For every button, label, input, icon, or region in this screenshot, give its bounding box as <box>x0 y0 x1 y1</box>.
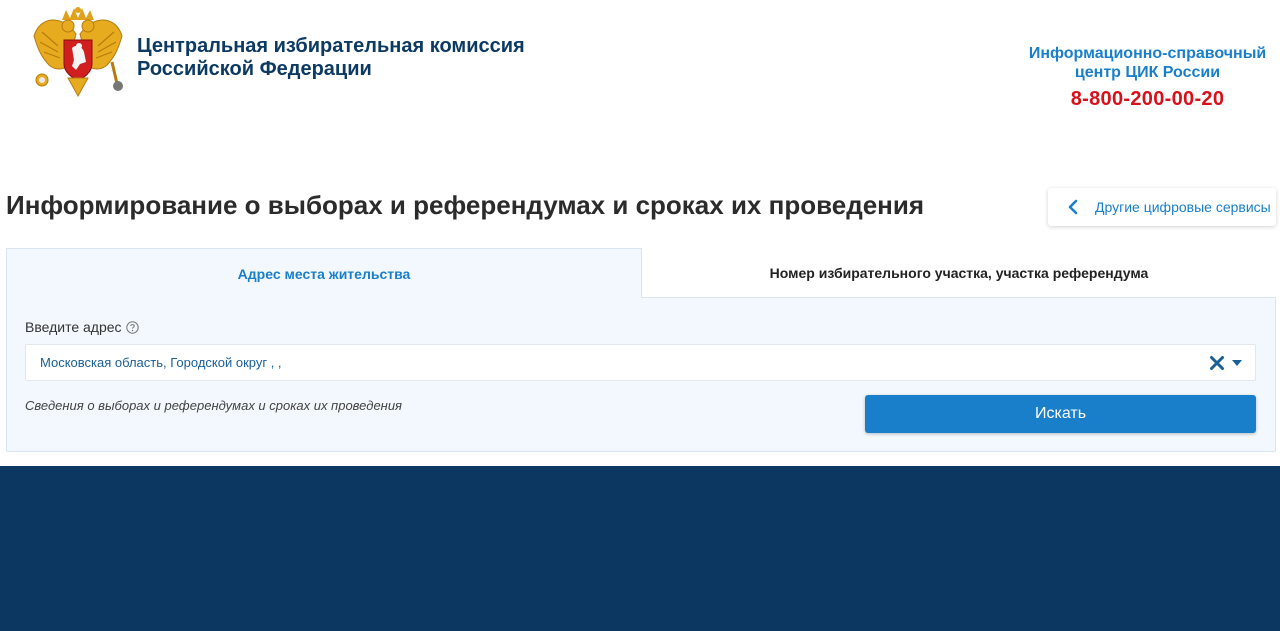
russian-coat-of-arms-icon[interactable] <box>32 6 124 100</box>
footer-band <box>0 466 1280 631</box>
organization-name[interactable]: Центральная избирательная комиссия Росси… <box>137 35 525 81</box>
address-combobox[interactable] <box>25 344 1256 381</box>
organization-name-line2: Российской Федерации <box>137 58 372 80</box>
hotline-title-line2: центр ЦИК России <box>1074 64 1221 81</box>
site-header: Центральная избирательная комиссия Росси… <box>0 0 1280 130</box>
page-title: Информирование о выборах и референдумах … <box>6 190 925 220</box>
hotline-phone-link[interactable]: 8-800-200-00-20 <box>1020 88 1275 111</box>
chevron-left-icon <box>1068 199 1078 215</box>
tab-precinct-number[interactable]: Номер избирательного участка, участка ре… <box>642 248 1276 298</box>
caret-down-icon[interactable] <box>1232 360 1242 366</box>
address-field-label: Введите адрес <box>25 319 139 335</box>
hotline-block: Информационно-справочный центр ЦИК Росси… <box>1020 44 1275 111</box>
hotline-title-line1: Информационно-справочный <box>1028 45 1267 62</box>
other-digital-services-label: Другие цифровые сервисы <box>1095 199 1271 215</box>
search-hint: Сведения о выборах и референдумах и срок… <box>25 398 402 413</box>
other-digital-services-button[interactable]: Другие цифровые сервисы <box>1048 188 1276 226</box>
address-input[interactable] <box>40 345 1170 380</box>
tab-residence-address[interactable]: Адрес места жительства <box>6 248 642 298</box>
help-question-icon[interactable] <box>125 320 139 334</box>
clear-icon[interactable] <box>1209 355 1225 371</box>
organization-name-line1: Центральная избирательная комиссия <box>137 35 525 57</box>
address-field-label-text: Введите адрес <box>25 319 122 335</box>
search-button[interactable]: Искать <box>865 395 1256 433</box>
